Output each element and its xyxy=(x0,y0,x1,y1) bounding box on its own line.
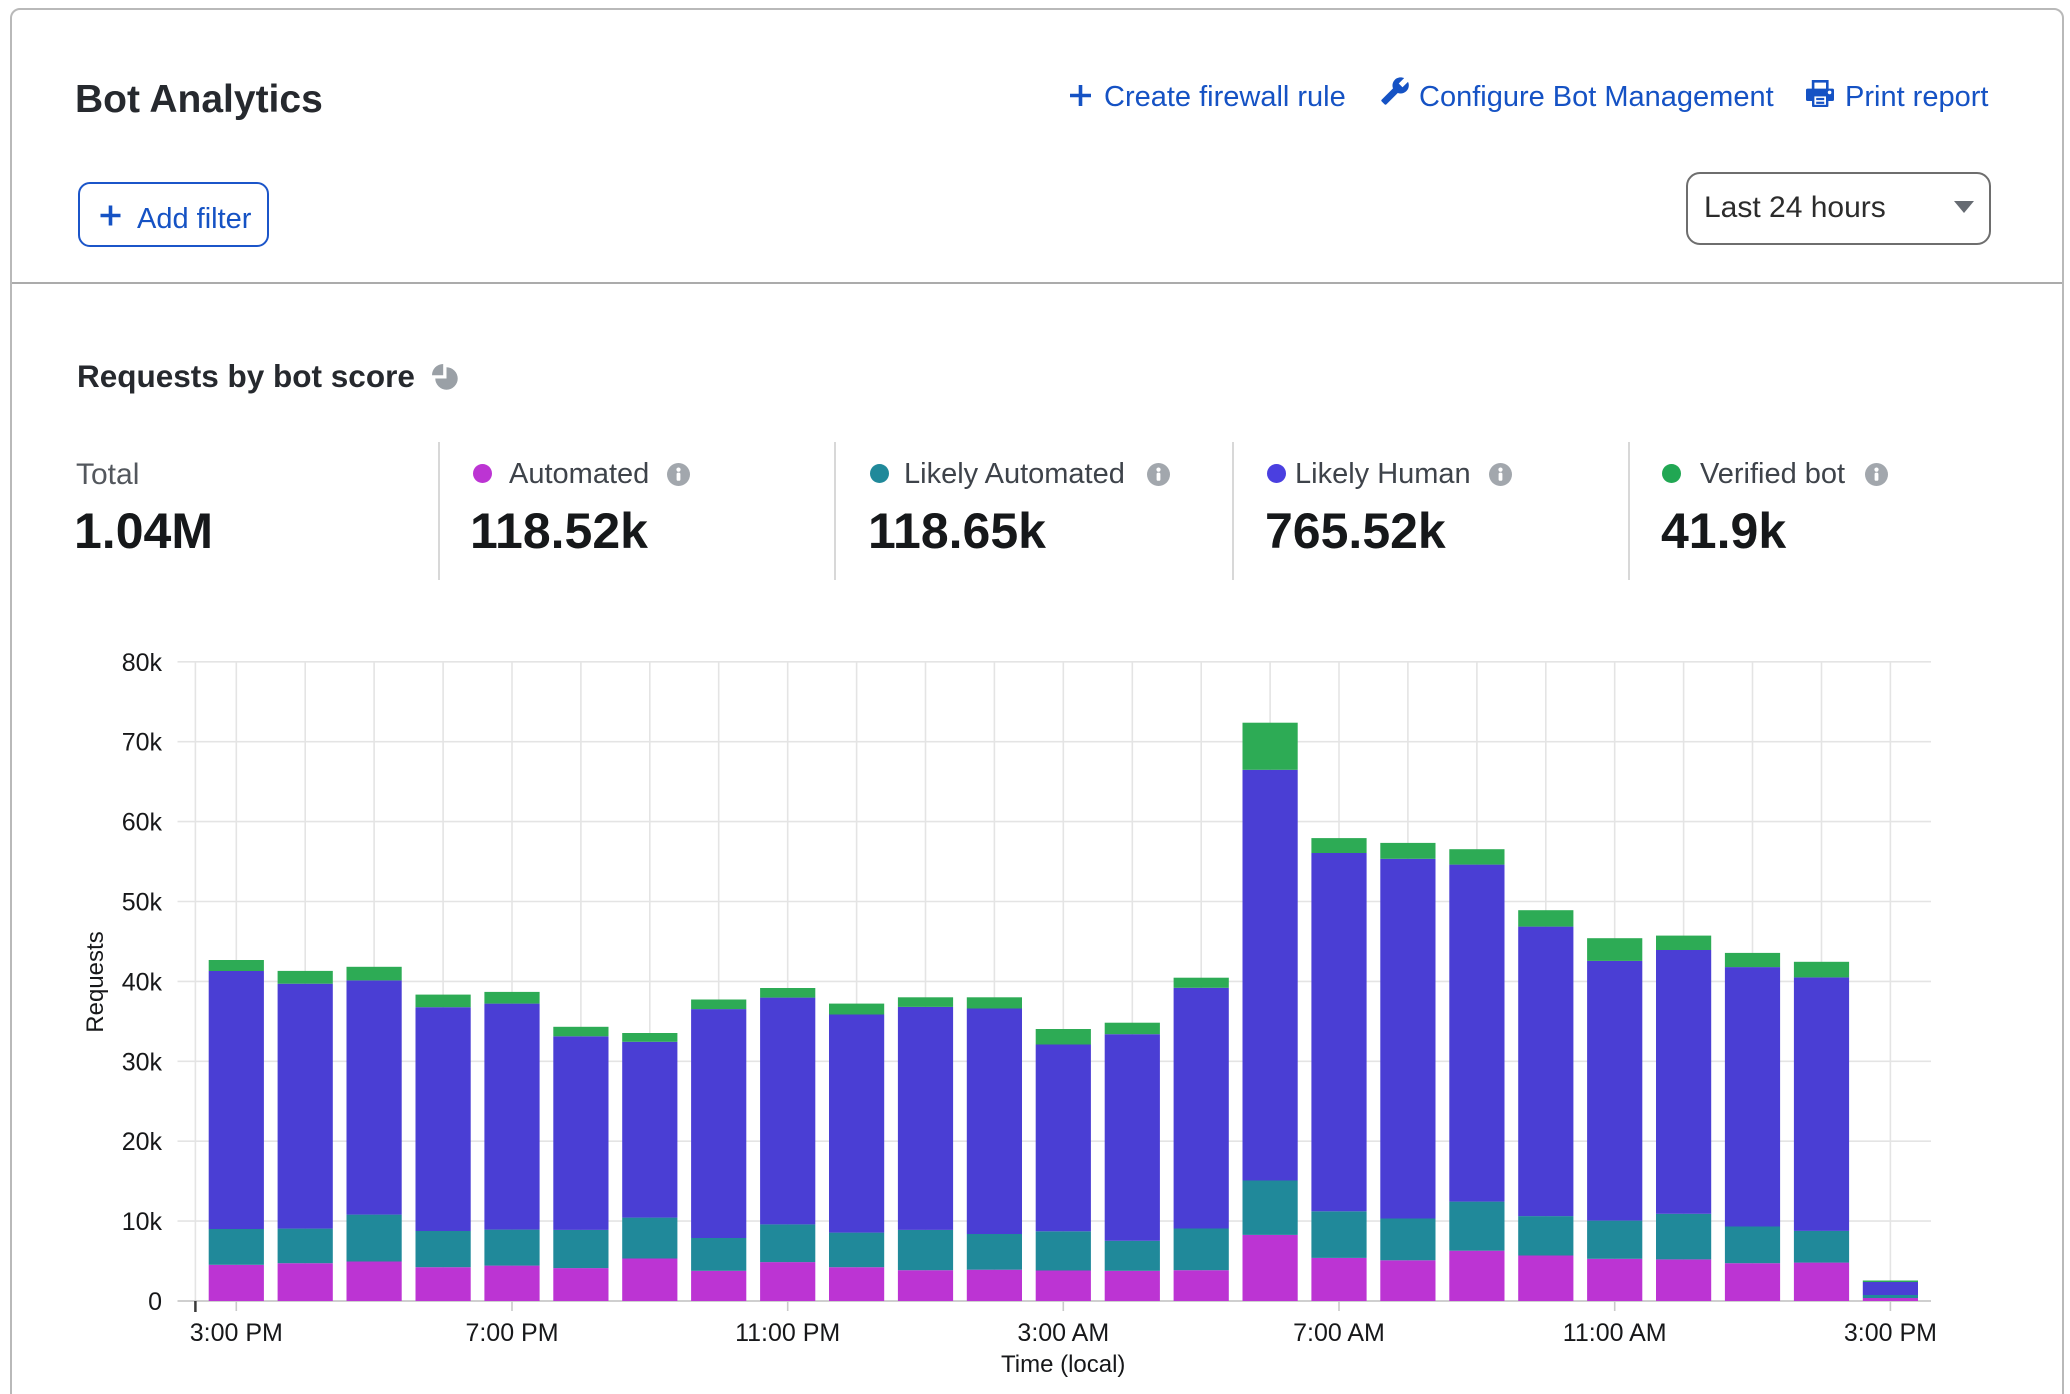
svg-text:3:00 AM: 3:00 AM xyxy=(1017,1319,1109,1347)
svg-text:7:00 AM: 7:00 AM xyxy=(1293,1319,1385,1347)
svg-text:Time (local): Time (local) xyxy=(1001,1351,1125,1378)
svg-text:30k: 30k xyxy=(122,1048,163,1076)
svg-text:3:00 PM: 3:00 PM xyxy=(1844,1319,1937,1347)
svg-text:60k: 60k xyxy=(122,809,163,837)
svg-text:80k: 80k xyxy=(122,649,163,677)
svg-text:7:00 PM: 7:00 PM xyxy=(465,1319,558,1347)
svg-text:0: 0 xyxy=(148,1288,162,1316)
svg-text:Requests: Requests xyxy=(82,931,109,1032)
svg-text:10k: 10k xyxy=(122,1208,163,1236)
svg-text:3:00 PM: 3:00 PM xyxy=(190,1319,283,1347)
svg-text:11:00 PM: 11:00 PM xyxy=(735,1319,840,1347)
svg-text:11:00 AM: 11:00 AM xyxy=(1563,1319,1667,1347)
svg-text:50k: 50k xyxy=(122,889,163,917)
svg-text:70k: 70k xyxy=(122,729,163,757)
svg-text:40k: 40k xyxy=(122,968,163,996)
svg-text:20k: 20k xyxy=(122,1128,163,1156)
